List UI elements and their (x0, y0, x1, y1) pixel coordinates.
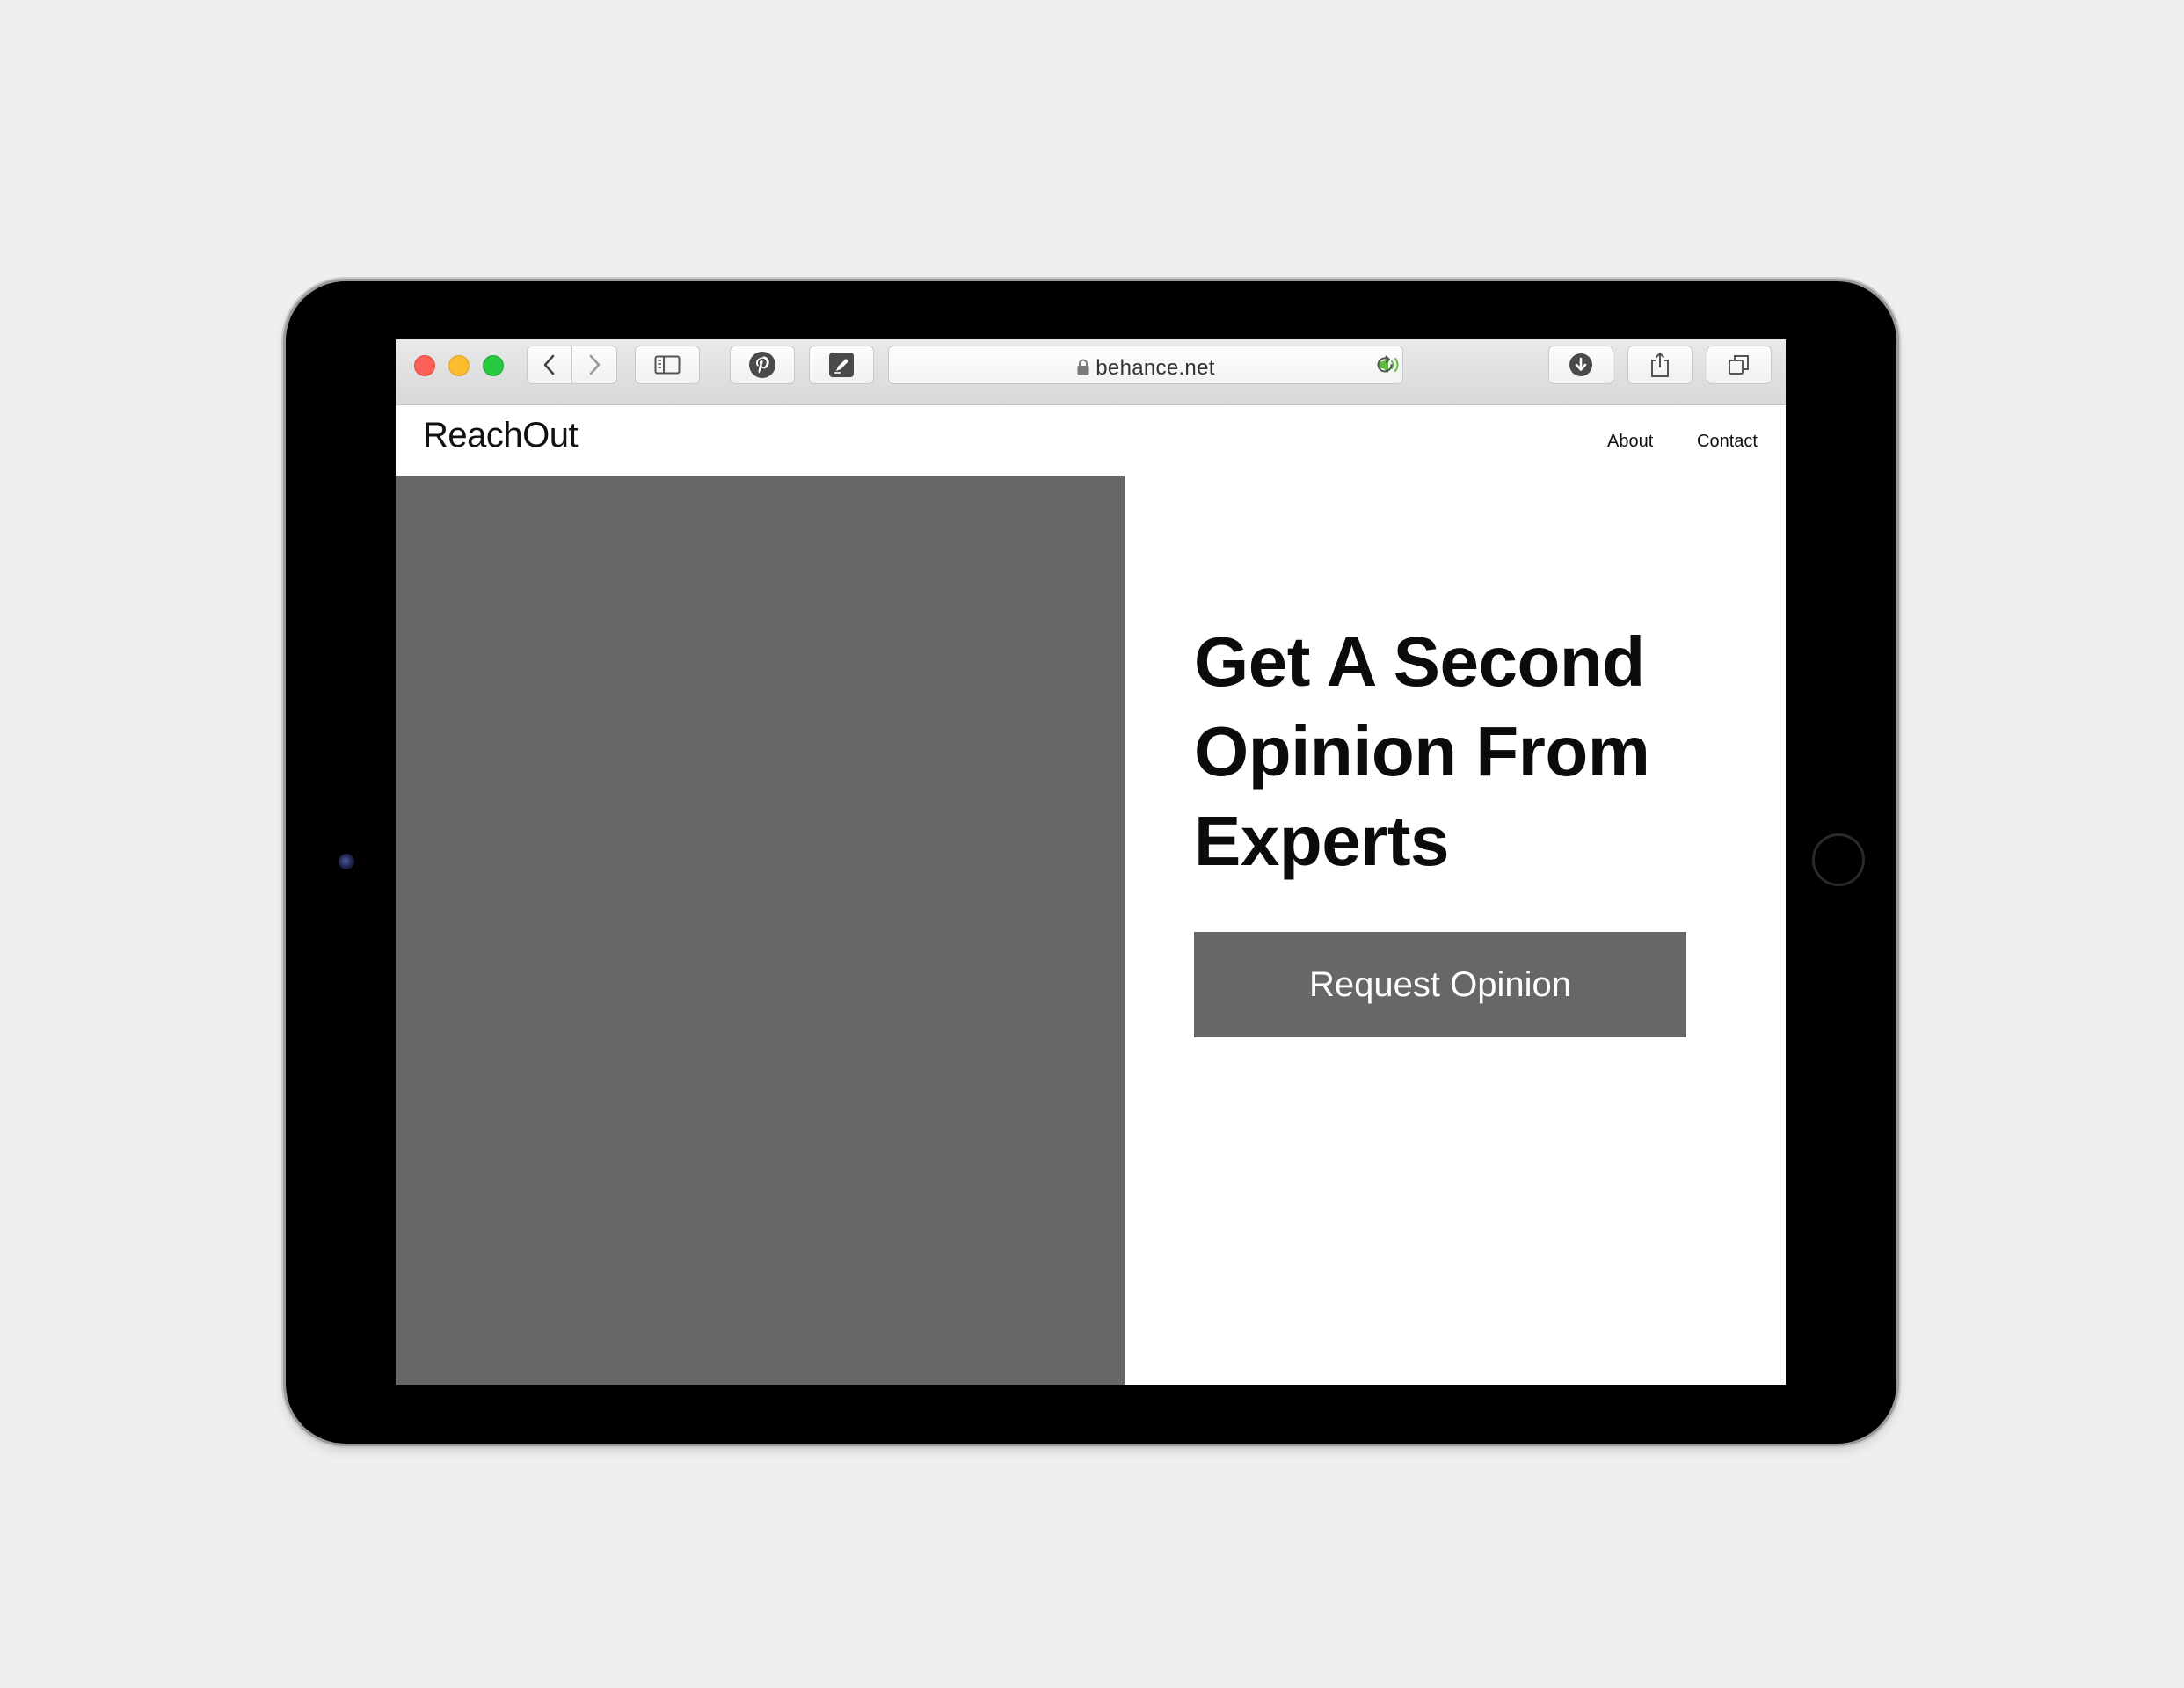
hero-title: Get A Second Opinion From Experts (1194, 622, 1650, 880)
pinterest-button[interactable] (730, 346, 795, 384)
pinterest-icon (749, 352, 775, 378)
url-display: behance.net (889, 356, 1402, 381)
markup-button[interactable] (809, 346, 874, 384)
downloads-button[interactable] (1548, 346, 1613, 384)
reload-icon[interactable] (1374, 354, 1395, 375)
site-header: ReachOut About Contact (396, 405, 1786, 476)
chevron-right-icon (589, 354, 601, 375)
back-button[interactable] (527, 346, 572, 384)
download-icon (1569, 353, 1592, 376)
home-button[interactable] (1812, 833, 1865, 886)
nav-about-link[interactable]: About (1607, 432, 1653, 452)
url-text: behance.net (1096, 356, 1215, 380)
request-opinion-button[interactable]: Request Opinion (1194, 932, 1686, 1037)
hero-image-placeholder (396, 476, 1125, 1385)
share-button[interactable] (1627, 346, 1693, 384)
sidebar-button[interactable] (635, 346, 700, 384)
lock-icon (1077, 359, 1089, 375)
chevron-left-icon (543, 354, 555, 375)
nav-contact-link[interactable]: Contact (1697, 432, 1758, 452)
forward-button[interactable] (571, 346, 617, 384)
minimize-window-button[interactable] (448, 355, 470, 376)
tabs-button[interactable] (1707, 346, 1772, 384)
address-bar[interactable]: behance.net (888, 346, 1403, 384)
close-window-button[interactable] (414, 355, 435, 376)
markup-icon (829, 353, 854, 377)
site-logo[interactable]: ReachOut (423, 416, 579, 455)
browser-toolbar: behance.net (396, 339, 1786, 405)
sidebar-icon (654, 355, 681, 375)
camera-icon (339, 854, 354, 869)
tabs-icon (1729, 355, 1749, 375)
share-icon (1651, 353, 1669, 377)
browser-window: behance.net ReachOut About Contact Get A… (396, 339, 1786, 1385)
zoom-window-button[interactable] (483, 355, 504, 376)
